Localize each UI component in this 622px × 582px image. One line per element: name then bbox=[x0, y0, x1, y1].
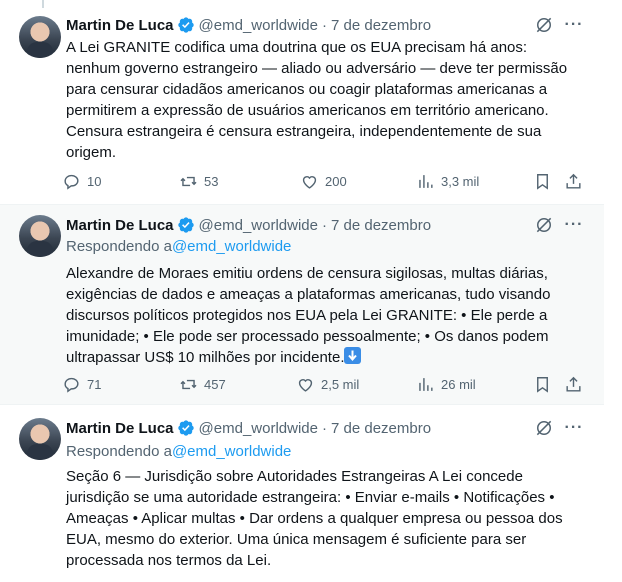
views-icon bbox=[419, 174, 433, 188]
replying-to: Respondendo a@emd_worldwide bbox=[66, 238, 291, 255]
more-icon[interactable]: ··· bbox=[564, 15, 584, 35]
author-handle[interactable]: @emd_worldwide bbox=[199, 17, 318, 34]
tweet-date[interactable]: 7 de dezembro bbox=[331, 217, 431, 234]
repost-count: 457 bbox=[204, 376, 226, 392]
author-name[interactable]: Martin De Luca bbox=[66, 217, 174, 234]
share-button[interactable] bbox=[564, 373, 583, 395]
like-button[interactable]: 2,5 mil bbox=[296, 373, 359, 395]
bookmark-button[interactable] bbox=[533, 170, 552, 192]
tweet-header: Martin De Luca @emd_worldwide · 7 de dez… bbox=[66, 15, 431, 35]
tweet[interactable]: Martin De Luca @emd_worldwide · 7 de dez… bbox=[0, 0, 604, 205]
separator-dot: · bbox=[321, 16, 327, 34]
grok-icon[interactable] bbox=[534, 215, 554, 235]
more-icon[interactable]: ··· bbox=[564, 215, 584, 235]
repost-count: 53 bbox=[204, 173, 219, 189]
grok-icon[interactable] bbox=[534, 418, 554, 438]
reply-count: 10 bbox=[87, 173, 102, 189]
reply-button[interactable]: 71 bbox=[62, 373, 101, 395]
like-count: 200 bbox=[325, 173, 347, 189]
bookmark-icon bbox=[537, 173, 548, 190]
tweet-text: A Lei GRANITE codifica uma doutrina que … bbox=[66, 39, 568, 161]
tweet-header: Martin De Luca @emd_worldwide · 7 de dez… bbox=[66, 215, 431, 235]
repost-button[interactable]: 53 bbox=[179, 170, 218, 192]
tweet-text-content: Alexandre de Moraes emitiu ordens de cen… bbox=[66, 265, 551, 366]
reply-icon bbox=[64, 377, 79, 393]
avatar[interactable] bbox=[19, 418, 61, 460]
views-count: 26 mil bbox=[441, 376, 476, 392]
author-name[interactable]: Martin De Luca bbox=[66, 420, 174, 437]
separator-dot: · bbox=[321, 216, 327, 234]
like-count: 2,5 mil bbox=[321, 376, 360, 392]
reply-count: 71 bbox=[87, 376, 102, 392]
bookmark-button[interactable] bbox=[533, 373, 552, 395]
share-icon bbox=[566, 376, 581, 392]
author-handle[interactable]: @emd_worldwide bbox=[199, 217, 318, 234]
repost-button[interactable]: 457 bbox=[179, 373, 226, 395]
tweet-date[interactable]: 7 de dezembro bbox=[331, 17, 431, 34]
views-button[interactable]: 26 mil bbox=[416, 373, 476, 395]
repost-icon bbox=[180, 176, 197, 186]
replying-prefix: Respondendo a bbox=[66, 443, 172, 460]
replying-prefix: Respondendo a bbox=[66, 238, 172, 255]
action-bar: 71 457 2,5 mil 26 mil bbox=[62, 373, 592, 395]
replying-to-link[interactable]: @emd_worldwide bbox=[172, 443, 291, 460]
verified-badge-icon[interactable] bbox=[177, 419, 195, 437]
replying-to: Respondendo a@emd_worldwide bbox=[66, 443, 291, 460]
tweet-text: Seção 6 — Jurisdição sobre Autoridades E… bbox=[66, 468, 563, 569]
avatar[interactable] bbox=[19, 215, 61, 257]
tweet-date[interactable]: 7 de dezembro bbox=[331, 420, 431, 437]
author-name[interactable]: Martin De Luca bbox=[66, 17, 174, 34]
separator-dot: · bbox=[321, 419, 327, 437]
repost-icon bbox=[180, 379, 197, 389]
like-icon bbox=[298, 378, 313, 392]
like-icon bbox=[302, 175, 317, 189]
avatar[interactable] bbox=[19, 16, 61, 58]
bookmark-icon bbox=[537, 376, 548, 393]
grok-icon[interactable] bbox=[534, 15, 554, 35]
author-handle[interactable]: @emd_worldwide bbox=[199, 420, 318, 437]
views-icon bbox=[419, 377, 433, 391]
tweet-text: Alexandre de Moraes emitiu ordens de cen… bbox=[66, 263, 592, 368]
views-count: 3,3 mil bbox=[441, 173, 480, 189]
action-bar: 10 53 200 3,3 mil bbox=[62, 170, 592, 192]
reply-button[interactable]: 10 bbox=[62, 170, 101, 192]
views-button[interactable]: 3,3 mil bbox=[416, 170, 479, 192]
replying-to-link[interactable]: @emd_worldwide bbox=[172, 238, 291, 255]
verified-badge-icon[interactable] bbox=[177, 16, 195, 34]
down-arrow-emoji-icon bbox=[344, 347, 362, 364]
share-button[interactable] bbox=[564, 170, 583, 192]
verified-badge-icon[interactable] bbox=[177, 216, 195, 234]
reply-icon bbox=[64, 174, 79, 190]
share-icon bbox=[566, 173, 581, 189]
tweet[interactable]: Martin De Luca @emd_worldwide · 7 de dez… bbox=[0, 405, 604, 582]
tweet-header: Martin De Luca @emd_worldwide · 7 de dez… bbox=[66, 418, 431, 438]
like-button[interactable]: 200 bbox=[300, 170, 347, 192]
tweet[interactable]: Martin De Luca @emd_worldwide · 7 de dez… bbox=[0, 205, 604, 405]
more-icon[interactable]: ··· bbox=[564, 418, 584, 438]
